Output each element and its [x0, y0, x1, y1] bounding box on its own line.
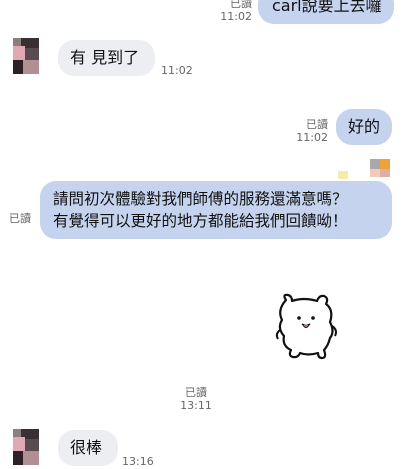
- message-bubble-incoming[interactable]: 很棒: [58, 430, 118, 466]
- read-receipt: 已讀: [230, 0, 252, 10]
- read-receipt: 已讀: [185, 386, 207, 399]
- bear-sticker[interactable]: [272, 292, 342, 364]
- message-text-line: 請問初次體驗對我們師傅的服務還滿意嗎？: [53, 190, 348, 208]
- read-receipt: 已讀: [306, 118, 328, 131]
- timestamp: 11:02: [296, 131, 328, 144]
- message-bubble-incoming[interactable]: 有 見到了: [58, 40, 155, 76]
- message-bubble-outgoing[interactable]: 請問初次體驗對我們師傅的服務還滿意嗎？ 有覺得可以更好的地方都能給我們回饋呦！: [40, 181, 392, 239]
- message-meta: 已讀 11:02: [214, 0, 252, 23]
- timestamp: 11:02: [220, 10, 252, 23]
- timestamp: 13:11: [180, 399, 212, 412]
- timestamp: 13:16: [122, 455, 154, 468]
- bear-sticker-icon: [275, 293, 337, 360]
- message-text: 好的: [348, 117, 381, 136]
- timestamp: 11:02: [161, 64, 193, 77]
- message-bubble-outgoing[interactable]: 好的: [336, 109, 392, 145]
- message-text: 有 見到了: [70, 48, 140, 67]
- message-text-line: 有覺得可以更好的地方都能給我們回饋呦！: [53, 212, 348, 230]
- message-meta: 已讀 11:02: [290, 118, 328, 144]
- read-receipt: 已讀: [9, 212, 31, 225]
- message-text: 很棒: [70, 438, 103, 457]
- avatar[interactable]: [13, 38, 39, 74]
- avatar[interactable]: [13, 429, 39, 465]
- message-bubble-outgoing[interactable]: carl說要上去囉: [258, 0, 394, 24]
- message-text: carl說要上去囉: [272, 0, 382, 15]
- message-meta: 已讀 13:11: [176, 386, 216, 412]
